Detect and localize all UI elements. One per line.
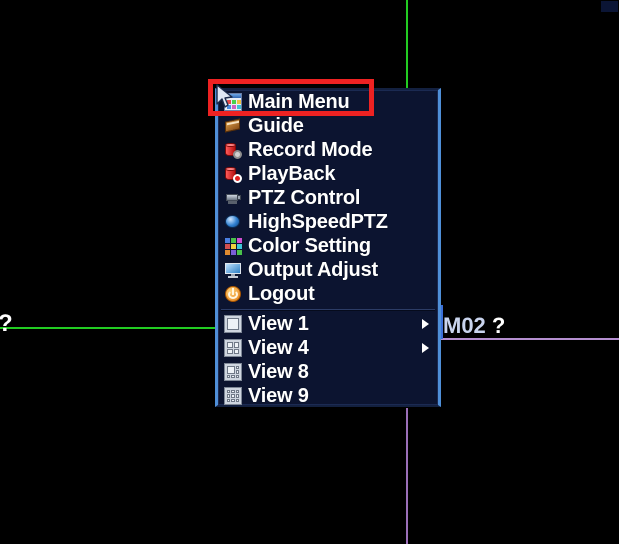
menu-item-label: Output Adjust [248,259,378,281]
menu-item-highspeed-ptz[interactable]: HighSpeedPTZ [218,210,438,234]
view-9-layout-icon [224,387,242,405]
chevron-right-icon [422,343,429,353]
record-mode-icon [224,141,242,159]
menu-item-color-setting[interactable]: Color Setting [218,234,438,258]
menu-item-label: View 1 [248,313,309,335]
menu-item-playback[interactable]: PlayBack [218,162,438,186]
menu-item-label: View 8 [248,361,309,383]
menu-item-label: PlayBack [248,163,336,185]
menu-item-label: PTZ Control [248,187,361,209]
view-8-layout-icon [224,363,242,381]
screen-canvas: ? M02 ? Main Menu [0,0,619,544]
menu-separator [221,309,435,310]
playback-icon [224,165,242,183]
power-icon [224,285,242,303]
menu-item-view-8[interactable]: View 8 [218,360,438,384]
monitor-icon [224,261,242,279]
left-channel-marker: ? [0,312,13,336]
purple-vertical-divider [406,408,408,544]
view-1-layout-icon [224,315,242,333]
menu-item-output-adjust[interactable]: Output Adjust [218,258,438,282]
menu-item-label: Color Setting [248,235,371,257]
context-menu: Main Menu Guide Record Mode PlayBack PTZ… [215,88,441,407]
menu-item-label: HighSpeedPTZ [248,211,388,233]
corner-indicator [601,1,618,12]
channel-status-marker: ? [491,313,506,338]
menu-item-guide[interactable]: Guide [218,114,438,138]
mouse-cursor-icon [216,84,233,108]
menu-item-label: View 4 [248,337,309,359]
menu-item-label: Guide [248,115,304,137]
menu-item-view-4[interactable]: View 4 [218,336,438,360]
channel-name-overlay: M02 ? [443,315,505,337]
menu-item-ptz-control[interactable]: PTZ Control [218,186,438,210]
color-palette-icon [224,237,242,255]
channel-name: M02 [443,313,486,338]
menu-item-view-1[interactable]: View 1 [218,312,438,336]
view-4-layout-icon [224,339,242,357]
ptz-camera-icon [224,189,242,207]
menu-item-view-9[interactable]: View 9 [218,384,438,408]
speed-dome-icon [224,213,242,231]
menu-item-label: View 9 [248,385,309,407]
chevron-right-icon [422,319,429,329]
menu-item-logout[interactable]: Logout [218,282,438,306]
menu-item-record-mode[interactable]: Record Mode [218,138,438,162]
menu-item-label: Record Mode [248,139,373,161]
menu-item-label: Logout [248,283,315,305]
guide-book-icon [224,117,242,135]
purple-horizontal-divider [441,338,619,340]
green-horizontal-divider [0,327,216,329]
